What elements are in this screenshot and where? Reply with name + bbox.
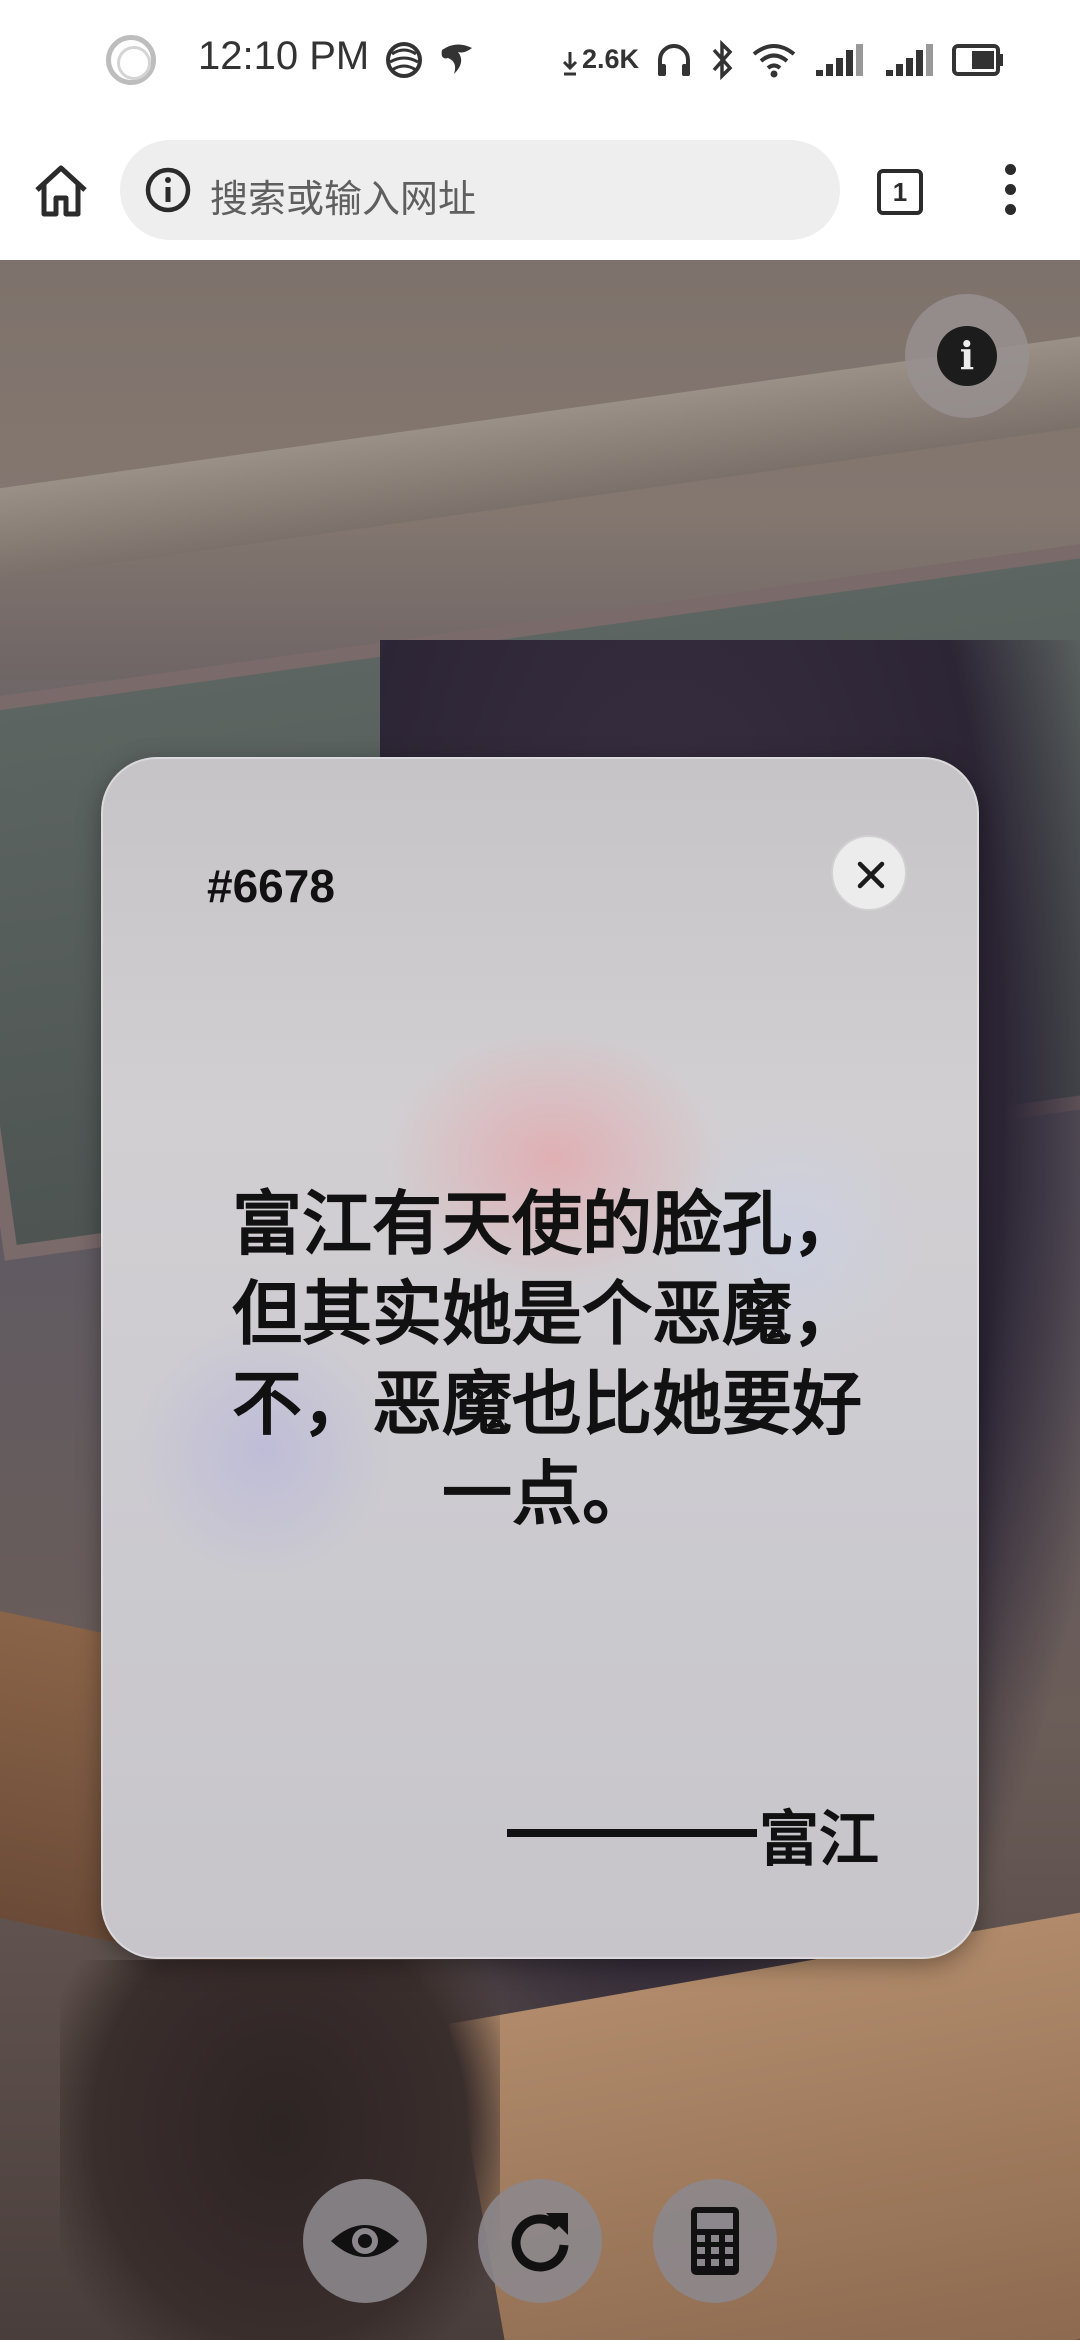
refresh-icon: [511, 2213, 569, 2272]
app-notification-icon: [386, 42, 422, 78]
author-dash: [507, 1829, 757, 1837]
eye-icon: [331, 2225, 399, 2257]
wifi-icon: [752, 44, 796, 78]
quote-line: 不，恶魔也比她要好: [232, 1363, 862, 1445]
status-time: 12:10 PM: [198, 34, 370, 78]
tab-switcher-button[interactable]: 1: [877, 169, 923, 215]
author-name: 富江: [759, 1805, 879, 1875]
info-icon[interactable]: [144, 166, 192, 214]
close-icon: [857, 861, 885, 889]
status-bar: 12:10 PM 2.6K: [0, 0, 1080, 120]
url-bar[interactable]: 搜索或输入网址: [120, 140, 840, 240]
assistant-ring-icon: [106, 35, 156, 85]
signal-app-icon: [441, 44, 472, 74]
bluetooth-icon: [712, 40, 733, 80]
browser-toolbar: 搜索或输入网址 1: [0, 120, 1080, 260]
battery-icon: [952, 44, 1003, 76]
cell-signal-2-icon: [886, 44, 933, 76]
quote-line: 但其实她是个恶魔，: [232, 1273, 862, 1355]
calculator-icon: [691, 2207, 739, 2275]
net-speed: 2.6K: [582, 44, 640, 74]
quote-id: #6678: [207, 860, 335, 912]
quote-card: #6678 富江有天使的脸孔， 但其实她是个恶魔， 不，恶魔也比她要好 一点。 …: [101, 757, 979, 1959]
eye-button[interactable]: [303, 2179, 427, 2303]
quote-text: 富江有天使的脸孔， 但其实她是个恶魔， 不，恶魔也比她要好 一点。: [207, 1179, 887, 1539]
calculator-button[interactable]: [653, 2179, 777, 2303]
more-vert-icon[interactable]: [1000, 164, 1020, 224]
info-button[interactable]: i: [905, 294, 1029, 418]
home-icon[interactable]: [32, 162, 90, 220]
info-icon: i: [937, 326, 997, 386]
quote-line: 富江有天使的脸孔，: [232, 1183, 862, 1265]
quote-author: 富江: [503, 1789, 883, 1875]
cell-signal-1-icon: [816, 44, 863, 76]
quote-line: 一点。: [442, 1453, 652, 1535]
url-placeholder: 搜索或输入网址: [210, 177, 477, 221]
headphones-icon: [658, 44, 690, 76]
close-button[interactable]: [831, 835, 907, 911]
refresh-button[interactable]: [478, 2179, 602, 2303]
download-arrow-icon: [562, 52, 578, 76]
